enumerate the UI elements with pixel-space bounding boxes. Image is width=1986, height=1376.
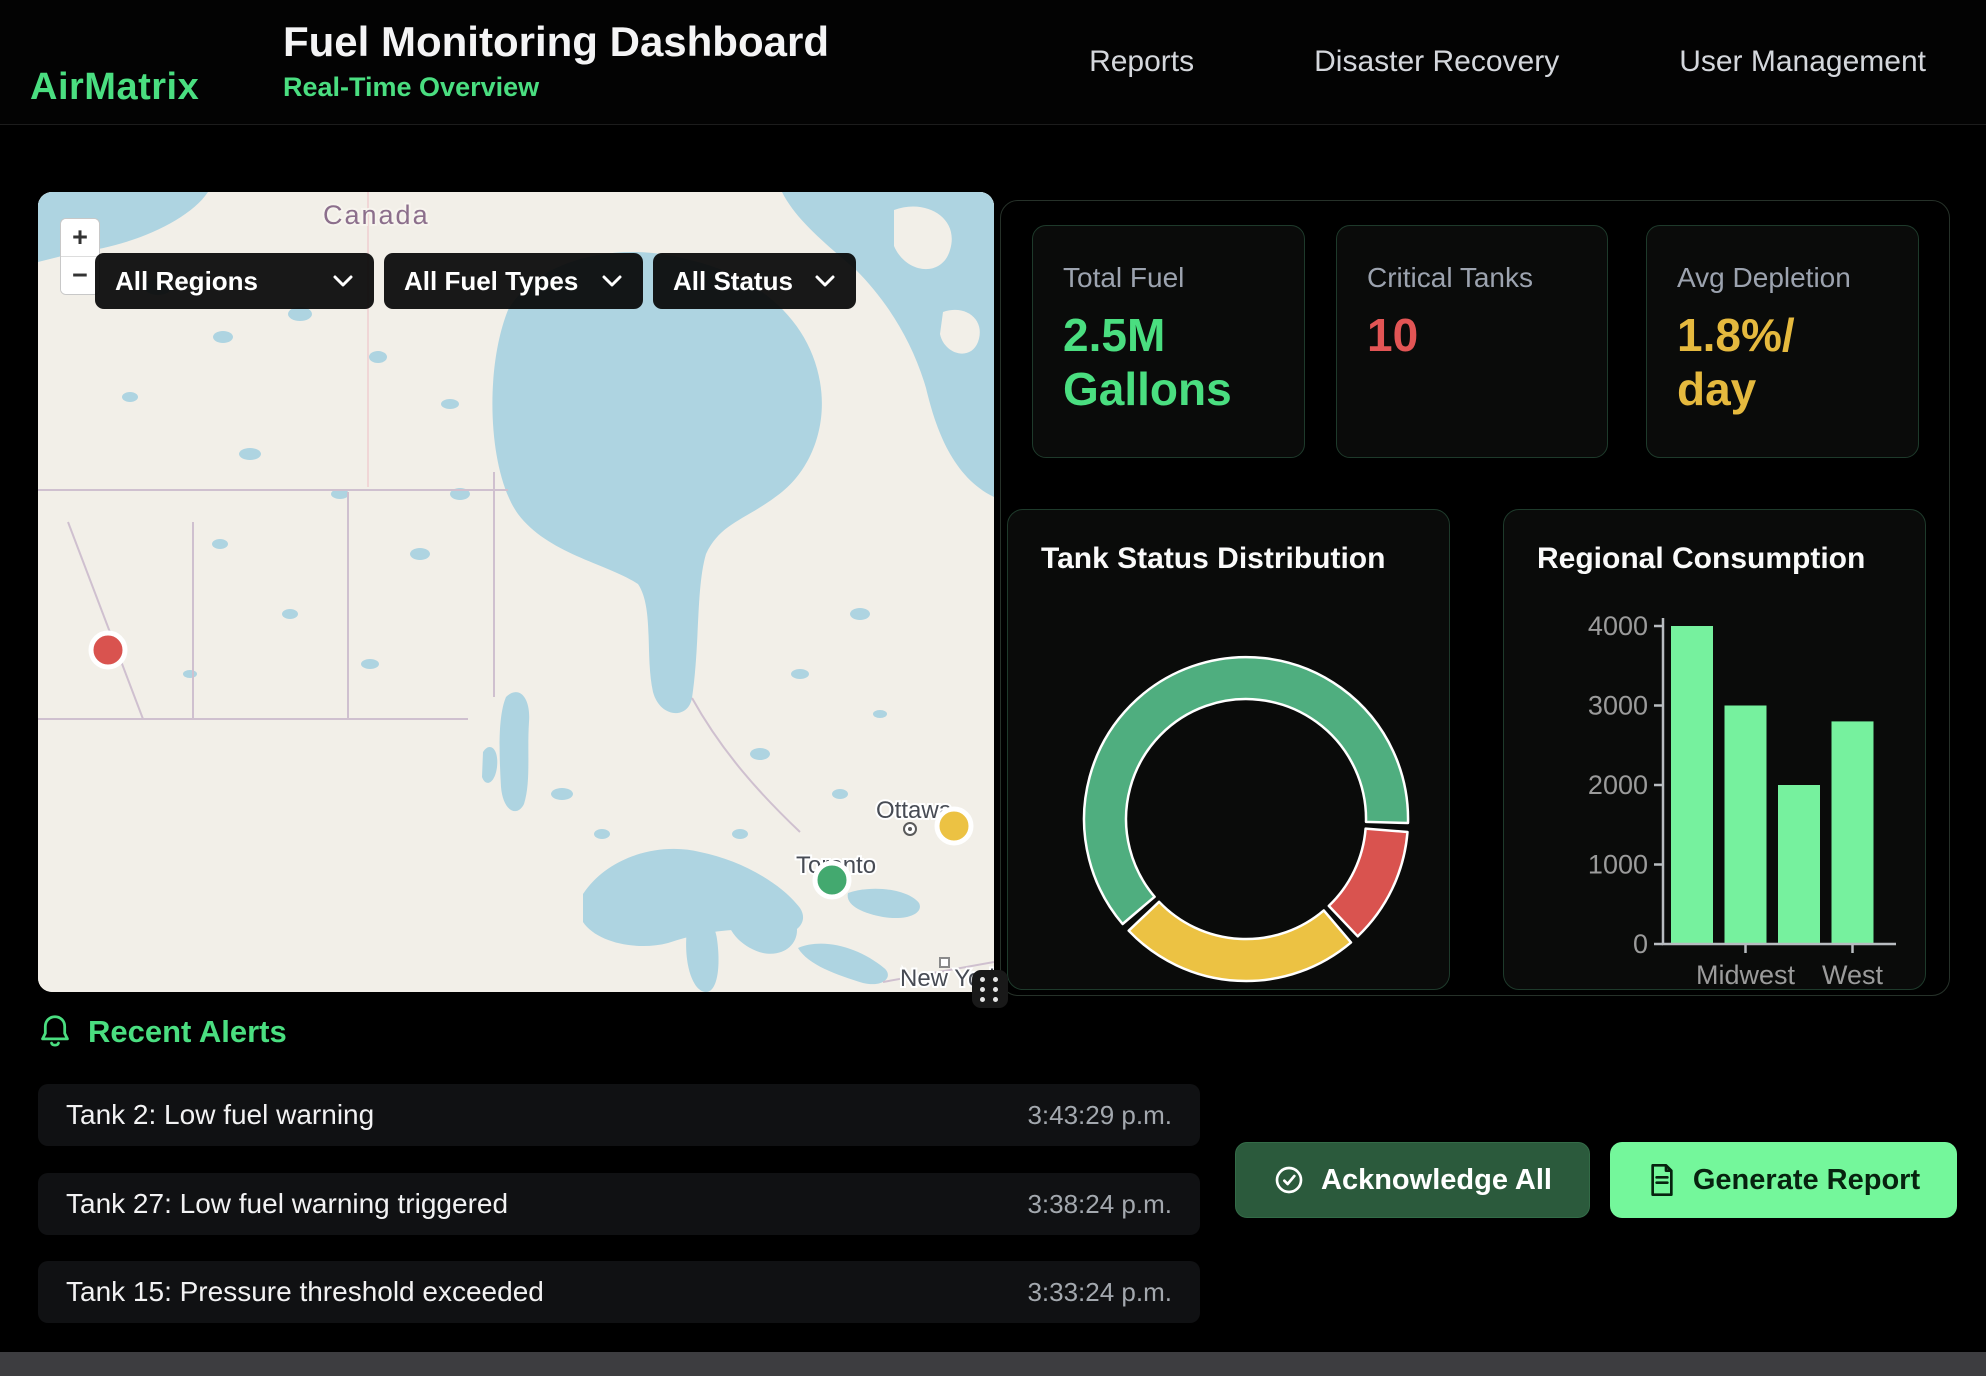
donut-svg [1008, 510, 1451, 991]
panel-title: Regional Consumption [1537, 542, 1865, 576]
status-filter-value: All Status [673, 266, 793, 297]
map-lake [500, 692, 530, 811]
stat-card-total-fuel: Total Fuel 2.5M Gallons [1032, 225, 1305, 458]
alert-row[interactable]: Tank 27: Low fuel warning triggered 3:38… [38, 1173, 1200, 1235]
nav-reports[interactable]: Reports [1089, 45, 1194, 79]
chevron-down-icon [601, 274, 623, 288]
generate-report-button[interactable]: Generate Report [1610, 1142, 1957, 1218]
page-title: Fuel Monitoring Dashboard [283, 18, 829, 66]
stat-value: 10 [1367, 308, 1577, 362]
region-filter-value: All Regions [115, 266, 258, 297]
map-town-dot-center [908, 827, 912, 831]
nav-disaster-recovery[interactable]: Disaster Recovery [1314, 45, 1559, 79]
brand-logo: AirMatrix [30, 66, 199, 109]
stat-card-critical-tanks: Critical Tanks 10 [1336, 225, 1608, 458]
header: AirMatrix Fuel Monitoring Dashboard Real… [0, 0, 1986, 125]
y-tick-label: 1000 [1588, 850, 1648, 880]
alert-time: 3:38:24 p.m. [1027, 1189, 1172, 1220]
y-tick-label: 4000 [1588, 611, 1648, 641]
recent-alerts-header: Recent Alerts [38, 1014, 287, 1050]
bar-0 [1671, 626, 1713, 944]
stat-label: Critical Tanks [1367, 262, 1577, 294]
map-svg: Canada Ottawa Toronto New York [38, 192, 994, 992]
nav-user-management[interactable]: User Management [1679, 45, 1926, 79]
alert-text: Tank 2: Low fuel warning [66, 1099, 374, 1131]
acknowledge-all-button[interactable]: Acknowledge All [1235, 1142, 1590, 1218]
panel-title: Tank Status Distribution [1041, 542, 1385, 576]
acknowledge-all-label: Acknowledge All [1321, 1164, 1552, 1197]
alert-text: Tank 27: Low fuel warning triggered [66, 1188, 508, 1220]
x-tick-label: Midwest [1696, 960, 1796, 990]
chevron-down-icon [814, 274, 836, 288]
stat-value: 1.8%/ day [1677, 308, 1888, 417]
alert-time: 3:33:24 p.m. [1027, 1277, 1172, 1308]
map-canvas[interactable]: Canada Ottawa Toronto New York [38, 192, 994, 992]
x-tick-label: West [1822, 960, 1884, 990]
bar-1 [1725, 706, 1767, 945]
bar-2 [1778, 785, 1820, 944]
map-marker-critical[interactable] [91, 633, 125, 667]
dashboard: AirMatrix Fuel Monitoring Dashboard Real… [0, 0, 1986, 1376]
alert-time: 3:43:29 p.m. [1027, 1100, 1172, 1131]
zoom-out-button[interactable]: − [61, 256, 99, 294]
map-drag-handle-icon[interactable] [972, 970, 1008, 1008]
regional-consumption-panel: Regional Consumption 0 1000 2000 3000 4000 Mi… [1503, 509, 1926, 990]
y-tick-label: 0 [1633, 929, 1648, 959]
y-tick-label: 2000 [1588, 770, 1648, 800]
map-filters: All Regions All Fuel Types All Status [95, 253, 856, 309]
alert-row[interactable]: Tank 2: Low fuel warning 3:43:29 p.m. [38, 1084, 1200, 1146]
alert-row[interactable]: Tank 15: Pressure threshold exceeded 3:3… [38, 1261, 1200, 1323]
main-nav: Reports Disaster Recovery User Managemen… [1089, 0, 1926, 124]
document-icon [1647, 1164, 1677, 1196]
stat-label: Total Fuel [1063, 262, 1274, 294]
tank-status-panel: Tank Status Distribution [1007, 509, 1450, 990]
taskbar-strip [0, 1352, 1986, 1376]
map-marker-warning[interactable] [937, 809, 971, 843]
bar-chart-svg: 0 1000 2000 3000 4000 Midwest West [1504, 510, 1927, 991]
zoom-in-button[interactable]: + [61, 219, 99, 256]
chevron-down-icon [332, 274, 354, 288]
bell-icon [38, 1014, 72, 1050]
status-filter-select[interactable]: All Status [653, 253, 856, 309]
check-circle-icon [1273, 1164, 1305, 1196]
page-subtitle: Real-Time Overview [283, 72, 539, 103]
stat-value: 2.5M Gallons [1063, 308, 1274, 417]
stat-card-avg-depletion: Avg Depletion 1.8%/ day [1646, 225, 1919, 458]
map-zoom-control: + − [60, 218, 100, 295]
fuel-type-filter-value: All Fuel Types [404, 266, 578, 297]
donut-segment-critical [1329, 829, 1408, 937]
map-town-square [940, 958, 949, 967]
generate-report-label: Generate Report [1693, 1164, 1920, 1197]
donut-segment-warning [1129, 902, 1351, 981]
stat-label: Avg Depletion [1677, 262, 1888, 294]
recent-alerts-title: Recent Alerts [88, 1014, 287, 1050]
y-tick-label: 3000 [1588, 691, 1648, 721]
alert-text: Tank 15: Pressure threshold exceeded [66, 1276, 544, 1308]
map-marker-normal[interactable] [815, 863, 849, 897]
fuel-type-filter-select[interactable]: All Fuel Types [384, 253, 643, 309]
region-filter-select[interactable]: All Regions [95, 253, 374, 309]
bar-3 [1832, 721, 1874, 944]
map-label-canada: Canada [323, 200, 430, 230]
